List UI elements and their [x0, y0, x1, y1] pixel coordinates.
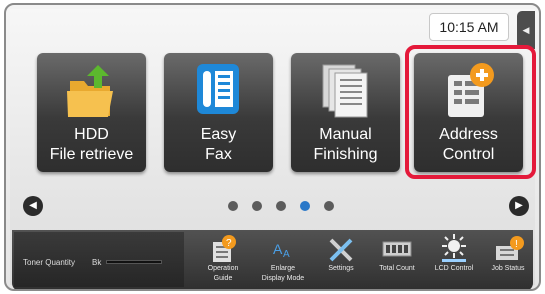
page-dot-3[interactable]	[276, 201, 286, 211]
tile-label-line2: Fax	[205, 146, 232, 163]
operation-guide-button[interactable]: ? Operation Guide	[197, 232, 249, 288]
fax-phone-icon	[164, 61, 273, 121]
counter-icon	[371, 232, 423, 264]
quick-label-line2: Display Mode	[261, 275, 305, 282]
document-stack-icon	[291, 61, 400, 121]
quick-label-line2: Guide	[213, 275, 233, 282]
collapse-arrow-icon: ◀	[522, 25, 530, 35]
tile-label-line1: HDD	[74, 126, 109, 143]
tile-label-line1: Manual	[319, 126, 372, 143]
page-dot-4-active[interactable]	[300, 201, 310, 211]
settings-button[interactable]: Settings	[315, 232, 367, 288]
quick-label-line1: Operation	[207, 265, 239, 272]
folder-upload-icon	[37, 61, 146, 121]
bottom-bar: Toner Quantity Bk ? Operation Guide A A …	[12, 230, 534, 289]
total-count-button[interactable]: Total Count	[371, 232, 423, 288]
tile-label-line1: Easy	[200, 126, 237, 143]
chevron-right-icon: ▶	[515, 200, 523, 211]
side-panel-tab[interactable]: ◀	[517, 11, 535, 49]
job-status-button[interactable]: ! Job Status	[482, 232, 534, 288]
svg-text:?: ?	[226, 238, 232, 249]
touch-panel: 10:15 AM ◀ HDD File retrieve Easy Fax Ma…	[4, 3, 541, 291]
page-dot-1[interactable]	[228, 201, 238, 211]
brightness-icon	[428, 232, 480, 264]
quick-label-line1: Enlarge	[270, 265, 296, 272]
address-control-highlight	[405, 45, 536, 179]
chevron-left-icon: ◀	[29, 200, 37, 211]
hdd-file-retrieve-button[interactable]: HDD File retrieve	[37, 53, 146, 172]
tile-label-line2: File retrieve	[49, 146, 134, 163]
previous-page-button[interactable]: ◀	[23, 196, 43, 216]
manual-finishing-button[interactable]: Manual Finishing	[291, 53, 400, 172]
tools-icon	[315, 232, 367, 264]
page-dot-2[interactable]	[252, 201, 262, 211]
page-dot-5[interactable]	[324, 201, 334, 211]
tile-label-line2: Finishing	[313, 146, 378, 163]
enlarge-text-icon: A A	[257, 232, 309, 264]
quick-label-line1: LCD Control	[434, 265, 474, 272]
toner-color-label: Bk	[92, 258, 102, 267]
home-screen: 10:15 AM ◀ HDD File retrieve Easy Fax Ma…	[10, 9, 536, 289]
clock: 10:15 AM	[429, 13, 509, 41]
toner-level-bar	[106, 260, 162, 264]
quick-label-line1: Settings	[328, 265, 354, 272]
quick-label-line1: Job Status	[491, 265, 525, 272]
svg-text:A: A	[283, 249, 290, 260]
help-book-icon: ?	[197, 232, 249, 264]
toner-quantity-label: Toner Quantity	[23, 258, 76, 267]
enlarge-display-mode-button[interactable]: A A Enlarge Display Mode	[257, 232, 309, 288]
next-page-button[interactable]: ▶	[509, 196, 529, 216]
job-status-icon: !	[482, 232, 534, 264]
svg-text:!: !	[515, 239, 518, 250]
toner-quantity-panel: Toner Quantity Bk	[14, 232, 184, 287]
easy-fax-button[interactable]: Easy Fax	[164, 53, 273, 172]
lcd-control-button[interactable]: LCD Control	[428, 232, 480, 288]
quick-label-line1: Total Count	[379, 265, 415, 272]
svg-text:A: A	[273, 241, 283, 257]
